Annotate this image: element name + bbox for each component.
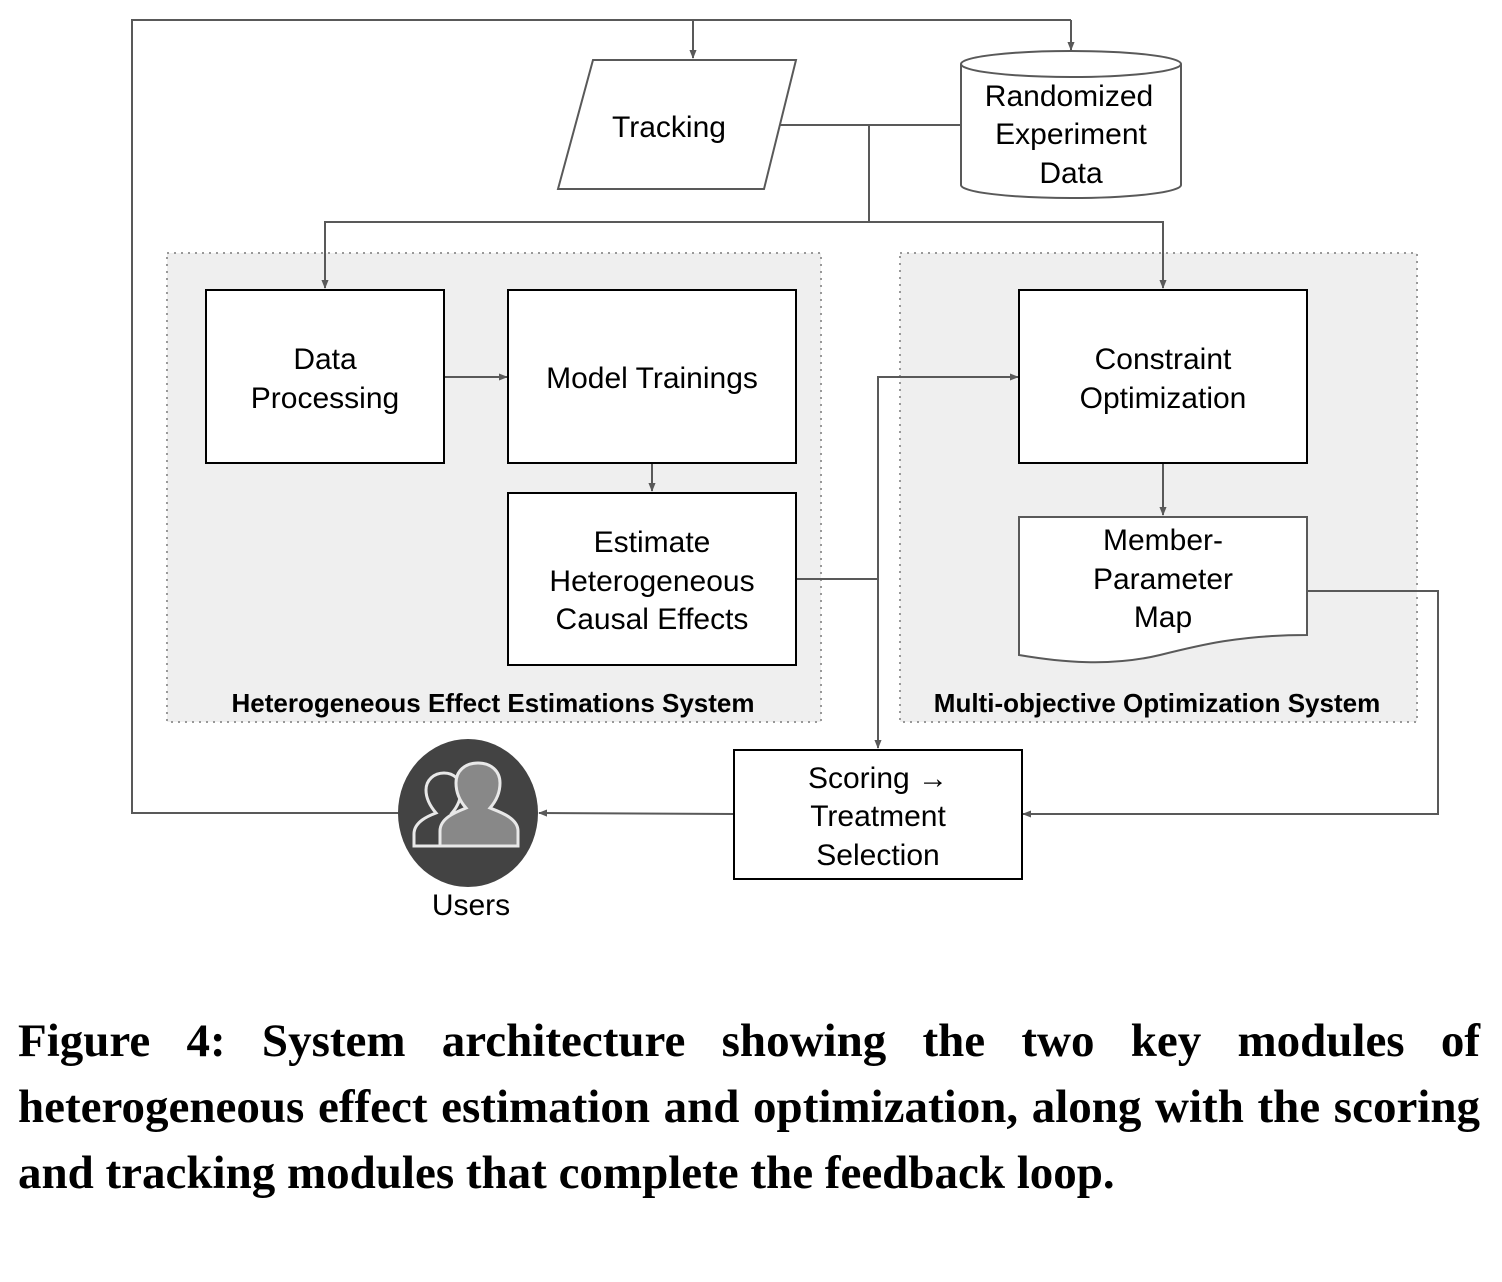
node-scoring-line-3: Selection — [816, 839, 939, 872]
node-estimate-line-1: Estimate — [594, 526, 711, 559]
node-randomized-line-1: Randomized — [985, 80, 1153, 113]
node-scoring-line-2: Treatment — [810, 800, 946, 833]
node-constraint-optimization[interactable]: Constraint Optimization — [1018, 289, 1308, 464]
node-constraint-line-2: Optimization — [1080, 382, 1247, 415]
node-data-processing[interactable]: Data Processing — [205, 289, 445, 464]
group-label-moo: Multi-objective Optimization System — [934, 688, 1380, 718]
node-randomized-experiment-data[interactable]: Randomized Experiment Data — [960, 50, 1182, 199]
figure-caption: Figure 4: System architecture showing th… — [18, 1015, 1480, 1199]
node-model-trainings-label: Model Trainings — [546, 362, 758, 395]
node-scoring-line-1: Scoring → — [808, 762, 948, 795]
node-data-processing-line-2: Processing — [251, 382, 399, 415]
node-data-processing-line-1: Data — [293, 343, 357, 376]
node-model-trainings[interactable]: Model Trainings — [507, 289, 797, 464]
node-member-map-line-3: Map — [1134, 601, 1192, 634]
node-randomized-line-2: Experiment — [995, 118, 1147, 151]
node-constraint-line-1: Constraint — [1095, 343, 1232, 376]
group-label-hee: Heterogeneous Effect Estimations System — [231, 688, 754, 718]
node-member-map-line-1: Member- — [1103, 524, 1223, 557]
node-scoring-treatment-selection[interactable]: Scoring → Treatment Selection — [733, 749, 1023, 880]
node-estimate-heterogeneous-causal-effects[interactable]: Estimate Heterogeneous Causal Effects — [507, 492, 797, 666]
node-member-map-line-2: Parameter — [1093, 563, 1233, 596]
edge-scoring-to-users — [538, 809, 735, 817]
node-randomized-line-3: Data — [1039, 157, 1103, 190]
node-estimate-line-2: Heterogeneous — [549, 565, 754, 598]
node-users[interactable]: Users — [398, 739, 538, 922]
node-tracking[interactable]: Tracking — [556, 59, 798, 190]
node-tracking-label: Tracking — [612, 111, 726, 144]
node-estimate-line-3: Causal Effects — [556, 603, 749, 636]
node-users-label: Users — [432, 889, 510, 922]
architecture-diagram: Heterogeneous Effect Estimations System … — [131, 19, 1439, 922]
